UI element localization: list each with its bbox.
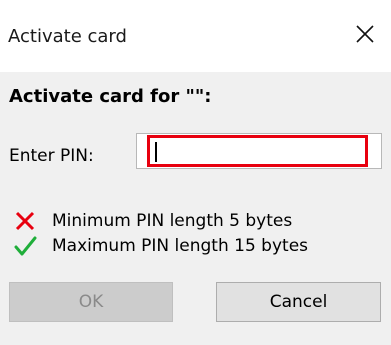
ok-button[interactable]: OK xyxy=(9,282,173,322)
close-icon xyxy=(355,24,375,48)
rule-min-text: Minimum PIN length 5 bytes xyxy=(52,211,293,231)
cross-icon xyxy=(12,210,38,232)
activate-card-dialog: Activate card Activate card for "": Ente… xyxy=(0,0,391,345)
title-bar: Activate card xyxy=(0,0,391,72)
cancel-button[interactable]: Cancel xyxy=(216,282,381,322)
text-caret xyxy=(155,142,157,162)
window-title: Activate card xyxy=(8,26,127,47)
rule-max-length: Maximum PIN length 15 bytes xyxy=(12,235,308,257)
close-button[interactable] xyxy=(347,18,383,54)
dialog-heading: Activate card for "": xyxy=(9,86,212,107)
pin-input[interactable] xyxy=(147,135,368,167)
pin-label: Enter PIN: xyxy=(9,146,94,166)
check-icon xyxy=(12,235,38,257)
rule-min-length: Minimum PIN length 5 bytes xyxy=(12,210,292,232)
rule-max-text: Maximum PIN length 15 bytes xyxy=(52,236,309,256)
dialog-body: Activate card for "": Enter PIN: Minimum… xyxy=(0,72,391,345)
